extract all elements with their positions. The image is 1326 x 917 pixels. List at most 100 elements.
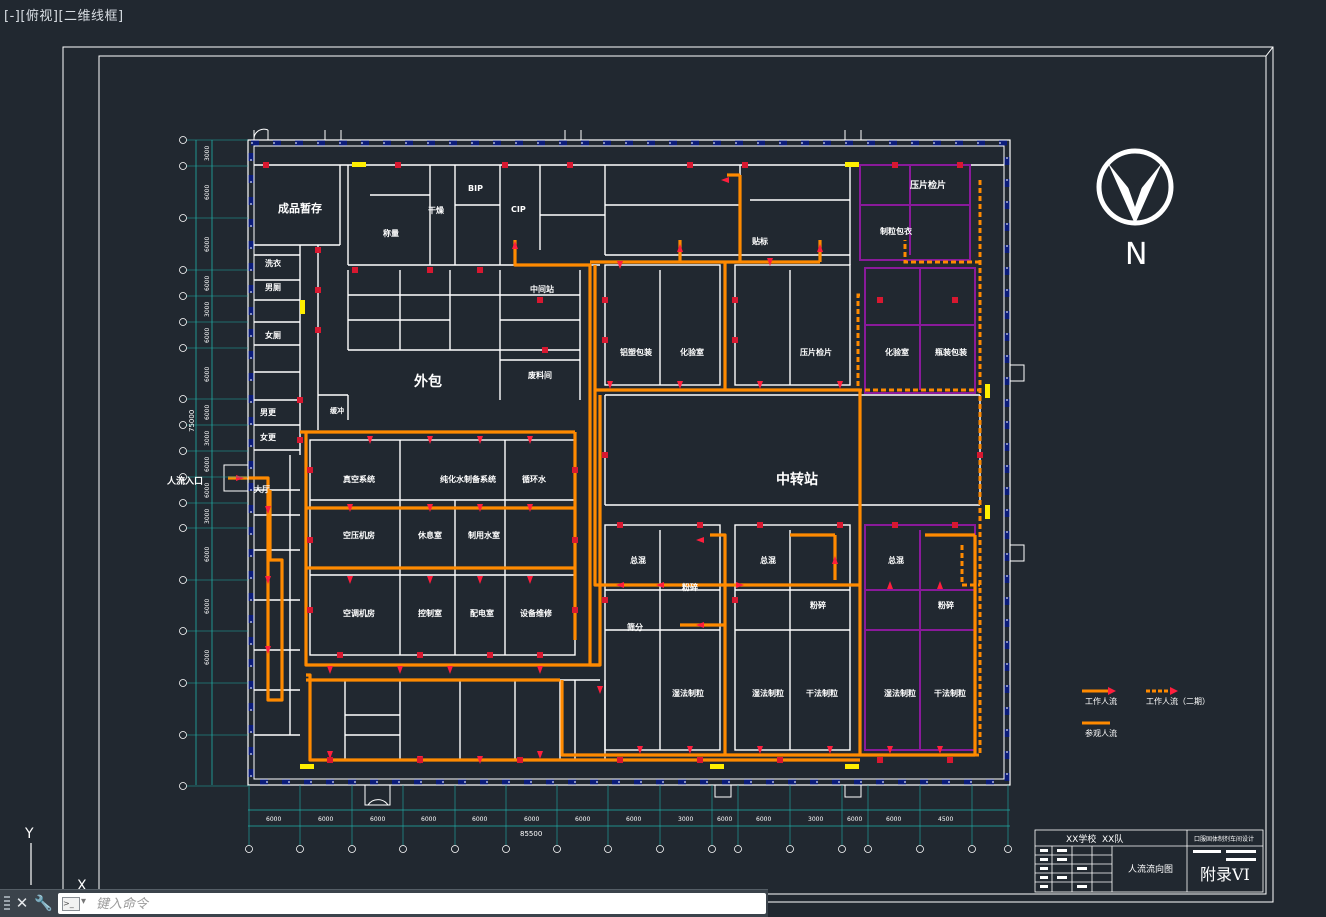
wall-ticks bbox=[250, 142, 1008, 783]
grid-bubble bbox=[179, 499, 187, 507]
door-mark bbox=[417, 757, 423, 763]
grid-bubble bbox=[179, 395, 187, 403]
flow-arrow bbox=[887, 581, 893, 589]
dimension-text: 6000 bbox=[524, 816, 539, 823]
door-mark bbox=[315, 327, 321, 333]
cad-drawing[interactable]: 6000 6000 6000 6000 6000 6000 6000 6000 3000 6000… bbox=[0, 0, 1326, 916]
close-icon[interactable]: ✕ bbox=[13, 894, 31, 912]
dimension-text: 6000 bbox=[204, 405, 211, 420]
grid-bubble bbox=[179, 421, 187, 429]
flow-arrow bbox=[447, 666, 453, 674]
door-mark bbox=[477, 267, 483, 273]
door-mark bbox=[567, 162, 573, 168]
door-mark bbox=[892, 522, 898, 528]
label-bip: BIP bbox=[468, 184, 483, 193]
door-mark bbox=[537, 652, 543, 658]
dimension-text: 4500 bbox=[938, 816, 953, 823]
dimension-text: 6000 bbox=[204, 599, 211, 614]
door-mark bbox=[263, 162, 269, 168]
door-mark bbox=[697, 522, 703, 528]
door-mark bbox=[542, 347, 548, 353]
label-waste: 废料间 bbox=[528, 370, 552, 380]
door-mark bbox=[837, 522, 843, 528]
customize-wrench-icon[interactable]: 🔧 bbox=[34, 894, 53, 912]
north-compass: N bbox=[1096, 148, 1174, 272]
title-design: 口服固体制剂车间设计 bbox=[1194, 835, 1254, 843]
door-mark bbox=[892, 162, 898, 168]
grid-bubble bbox=[179, 627, 187, 635]
chevron-down-icon[interactable]: ▾ bbox=[81, 896, 86, 907]
flow-arrow bbox=[512, 241, 518, 249]
highlight-blocks bbox=[300, 162, 990, 769]
grid-bubble bbox=[708, 845, 716, 853]
door-mark bbox=[517, 757, 523, 763]
dimension-text: 6000 bbox=[626, 816, 641, 823]
label-washing: 洗衣 bbox=[265, 258, 281, 268]
door-mark bbox=[602, 337, 608, 343]
dimension-text: 3000 bbox=[678, 816, 693, 823]
door-mark bbox=[947, 757, 953, 763]
door-mark bbox=[757, 522, 763, 528]
label-mixed-3: 总混 bbox=[888, 555, 904, 565]
flow-arrow bbox=[696, 622, 704, 628]
label-cooling: 空调机房 bbox=[343, 608, 375, 618]
label-dressing-m: 男更 bbox=[260, 407, 277, 417]
command-input[interactable] bbox=[94, 893, 758, 916]
door-mark bbox=[417, 652, 423, 658]
interior-walls bbox=[254, 164, 1004, 760]
grid-bubble bbox=[179, 136, 187, 144]
dimension-text: 6000 bbox=[370, 816, 385, 823]
command-prompt-icon[interactable]: >_ bbox=[62, 897, 80, 911]
flow-arrow bbox=[347, 576, 353, 584]
flow-arrow bbox=[696, 537, 704, 543]
label-granulate-2: 粉碎 bbox=[810, 600, 826, 610]
dimension-lines bbox=[195, 140, 1010, 827]
door-mark bbox=[337, 652, 343, 658]
grid-bubble bbox=[1004, 845, 1012, 853]
label-lab: 化验室 bbox=[680, 347, 704, 357]
label-buffer: 缓冲 bbox=[329, 406, 344, 415]
grid-bubble bbox=[179, 214, 187, 222]
sheet-inner-frame bbox=[98, 55, 1267, 895]
label-dry: 干燥 bbox=[428, 205, 445, 215]
door-mark bbox=[602, 597, 608, 603]
drag-handle[interactable] bbox=[4, 896, 10, 910]
flow-arrow bbox=[265, 576, 271, 584]
dimension-text: 3000 bbox=[204, 509, 211, 524]
legend-visitor: 参观人流 bbox=[1085, 728, 1117, 738]
grid-bubble bbox=[553, 845, 561, 853]
dimension-text: 6000 bbox=[204, 457, 211, 472]
dimension-text: 6000 bbox=[204, 328, 211, 343]
flow-arrow bbox=[327, 666, 333, 674]
label-dry-granulate-3: 湿法制粒 bbox=[884, 688, 916, 698]
grid-bubble bbox=[916, 845, 924, 853]
dimension-text: 3000 bbox=[204, 146, 211, 161]
door-mark bbox=[977, 452, 983, 458]
grid-bubble bbox=[604, 845, 612, 853]
grid-bubble bbox=[656, 845, 664, 853]
dimension-text: 6000 bbox=[717, 816, 732, 823]
label-equipment: 设备维修 bbox=[520, 608, 553, 618]
dimension-text: 3000 bbox=[204, 431, 211, 446]
north-label: N bbox=[1125, 237, 1147, 272]
dimension-text: 6000 bbox=[204, 276, 211, 291]
command-input-wrap[interactable]: >_ ▾ bbox=[58, 893, 766, 916]
grid-bubble bbox=[179, 292, 187, 300]
door-mark bbox=[742, 162, 748, 168]
flow-arrow bbox=[736, 582, 744, 588]
label-labeling: 贴标 bbox=[752, 236, 768, 246]
purple-clean-zones bbox=[859, 164, 976, 751]
door-mark bbox=[537, 297, 543, 303]
label-bottling: 瓶装包装 bbox=[935, 347, 967, 357]
door-mark bbox=[315, 287, 321, 293]
dimension-text: 6000 bbox=[847, 816, 862, 823]
dimension-text: 6000 bbox=[318, 816, 333, 823]
door-mark bbox=[952, 522, 958, 528]
door-mark bbox=[307, 607, 313, 613]
room-labels: 成品暂存 外包 中转站 人流入口 大厅 CIP BIP 干燥 压片检片 纯化水制… bbox=[166, 179, 967, 698]
grid-bubble bbox=[179, 344, 187, 352]
grid-bubble bbox=[734, 845, 742, 853]
label-mid-station: 中间站 bbox=[530, 284, 554, 294]
grid-bubble bbox=[864, 845, 872, 853]
title-school: XX学校 bbox=[1066, 833, 1096, 845]
